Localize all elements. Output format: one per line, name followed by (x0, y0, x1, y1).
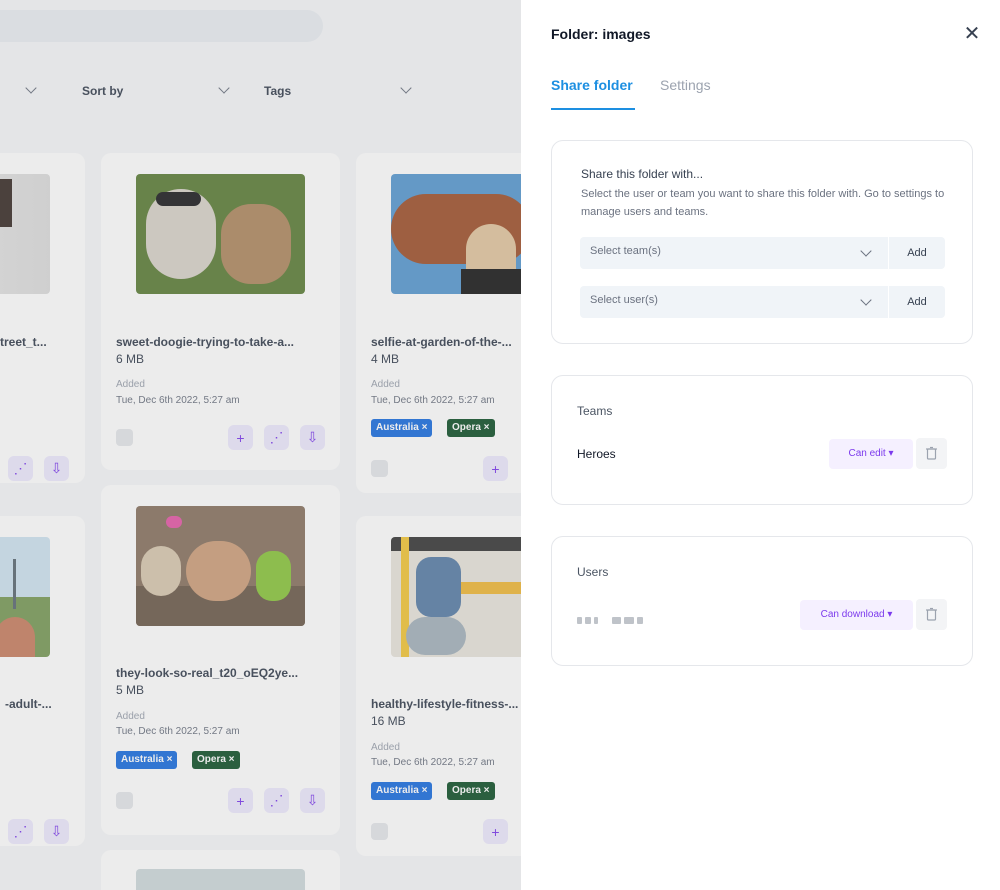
chevron-down-icon[interactable] (860, 245, 872, 257)
modal-backdrop[interactable] (0, 0, 521, 890)
close-icon[interactable]: ✕ (961, 24, 983, 46)
trash-icon (926, 607, 937, 621)
users-panel: Users Can download ▾ (551, 536, 973, 666)
team-select[interactable]: Select team(s) Add (580, 237, 945, 269)
teams-panel: Teams Heroes Can edit ▾ (551, 375, 973, 505)
share-panel: Share this folder with... Select the use… (551, 140, 973, 344)
trash-icon (926, 446, 937, 460)
delete-team-button[interactable] (916, 438, 947, 469)
chevron-down-icon[interactable] (860, 294, 872, 306)
user-select-placeholder: Select user(s) (590, 294, 658, 306)
users-label: Users (577, 565, 609, 579)
redacted-user-name (577, 611, 646, 624)
tab-share-folder[interactable]: Share folder (551, 77, 633, 93)
delete-user-button[interactable] (916, 599, 947, 630)
add-team-button[interactable]: Add (889, 237, 945, 269)
user-select[interactable]: Select user(s) Add (580, 286, 945, 318)
team-permission-dropdown[interactable]: Can edit ▾ (829, 439, 913, 469)
share-title: Share this folder with... (581, 167, 704, 181)
user-permission-dropdown[interactable]: Can download ▾ (800, 600, 913, 630)
team-name: Heroes (577, 447, 616, 461)
add-user-button[interactable]: Add (889, 286, 945, 318)
share-folder-drawer: Folder: images ✕ Share folder Settings S… (521, 0, 1000, 890)
team-select-placeholder: Select team(s) (590, 245, 661, 257)
teams-label: Teams (577, 404, 613, 418)
share-description: Select the user or team you want to shar… (581, 188, 945, 218)
active-tab-indicator (551, 108, 635, 110)
drawer-title: Folder: images (551, 26, 651, 42)
tab-settings[interactable]: Settings (660, 77, 711, 93)
